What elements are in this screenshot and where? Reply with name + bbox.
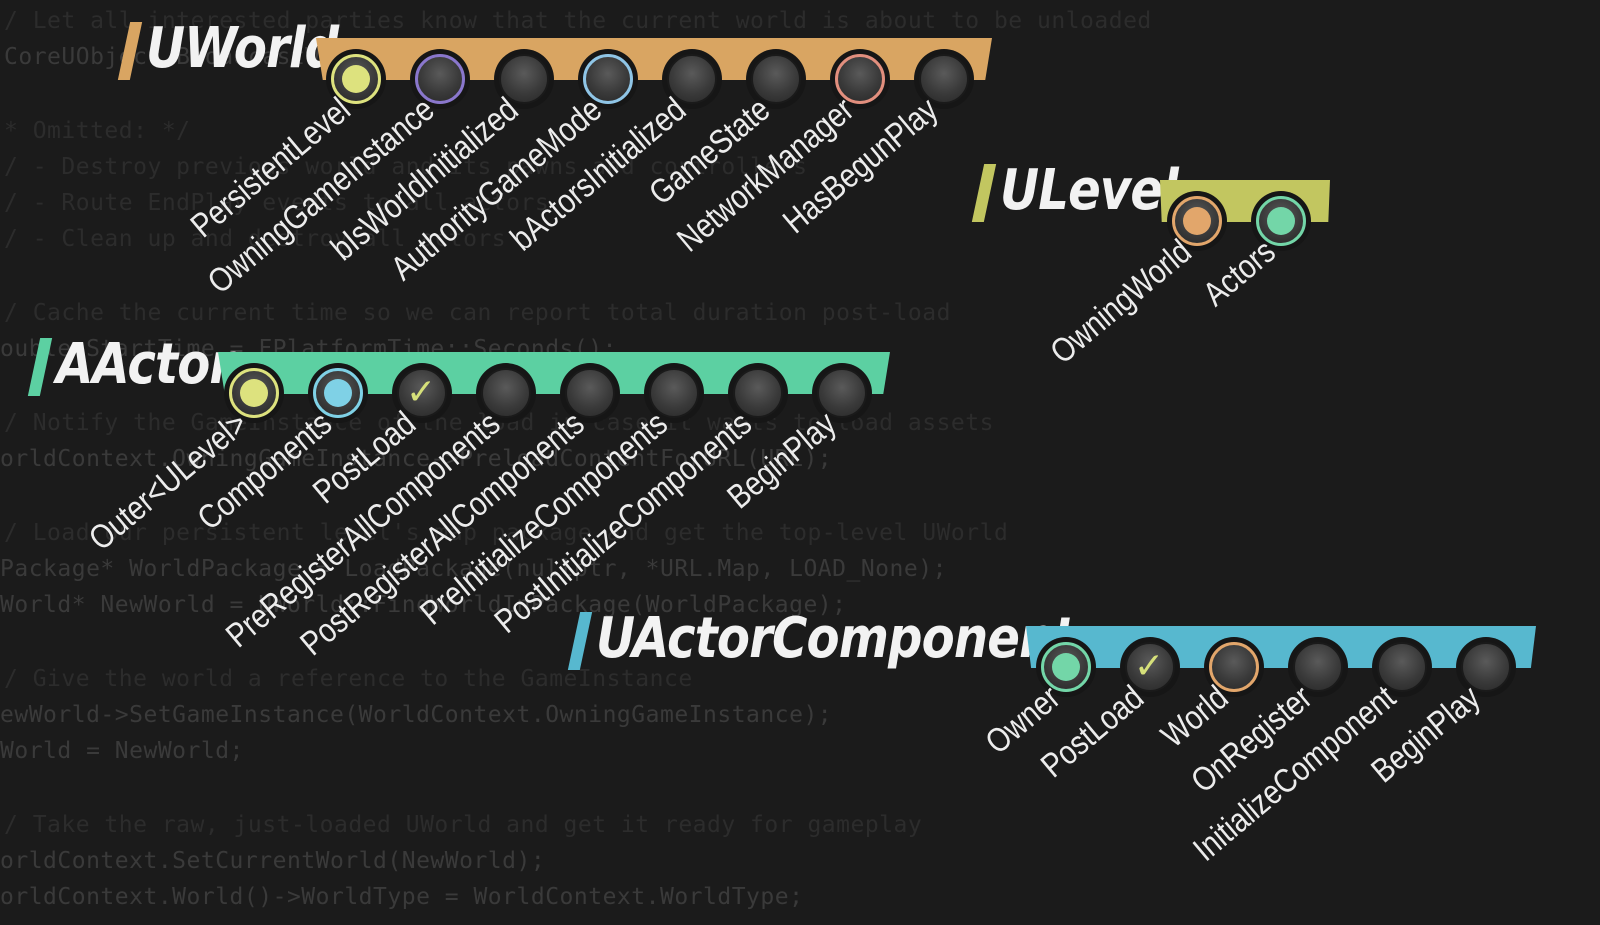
- field-state-indicator: [733, 368, 783, 418]
- field-state-indicator: [649, 368, 699, 418]
- uworld-title: UWorld: [146, 16, 339, 81]
- field-state-indicator: ✓: [1125, 642, 1175, 692]
- checkmark-icon: ✓: [406, 372, 437, 413]
- field-filled-dot: [324, 379, 352, 407]
- code-line: / Cache the current time so we can repor…: [4, 300, 951, 326]
- code-line: World = NewWorld;: [0, 738, 244, 764]
- field-filled-dot: [1267, 207, 1295, 235]
- field-filled-dot: [1052, 653, 1080, 681]
- ulevel-title: ULevel: [1000, 158, 1179, 223]
- code-line: orldContext.SetCurrentWorld(NewWorld);: [0, 848, 546, 874]
- code-line: ewWorld->SetGameInstance(WorldContext.Ow…: [0, 702, 833, 728]
- field-filled-dot: [1183, 207, 1211, 235]
- uactorcomponent-title: UActorComponent: [596, 606, 1076, 671]
- field-state-indicator: [229, 368, 279, 418]
- code-line: / Take the raw, just-loaded UWorld and g…: [4, 812, 923, 838]
- aactor-title: AActor: [56, 332, 233, 397]
- field-state-indicator: ✓: [397, 368, 447, 418]
- code-line: / Give the world a reference to the Game…: [4, 666, 693, 692]
- field-filled-dot: [342, 65, 370, 93]
- checkmark-icon: ✓: [1134, 646, 1165, 687]
- field-filled-dot: [240, 379, 268, 407]
- field-state-indicator: [313, 368, 363, 418]
- code-line: * Omitted: */: [4, 118, 191, 144]
- code-line: orldContext.World()->WorldType = WorldCo…: [0, 884, 804, 910]
